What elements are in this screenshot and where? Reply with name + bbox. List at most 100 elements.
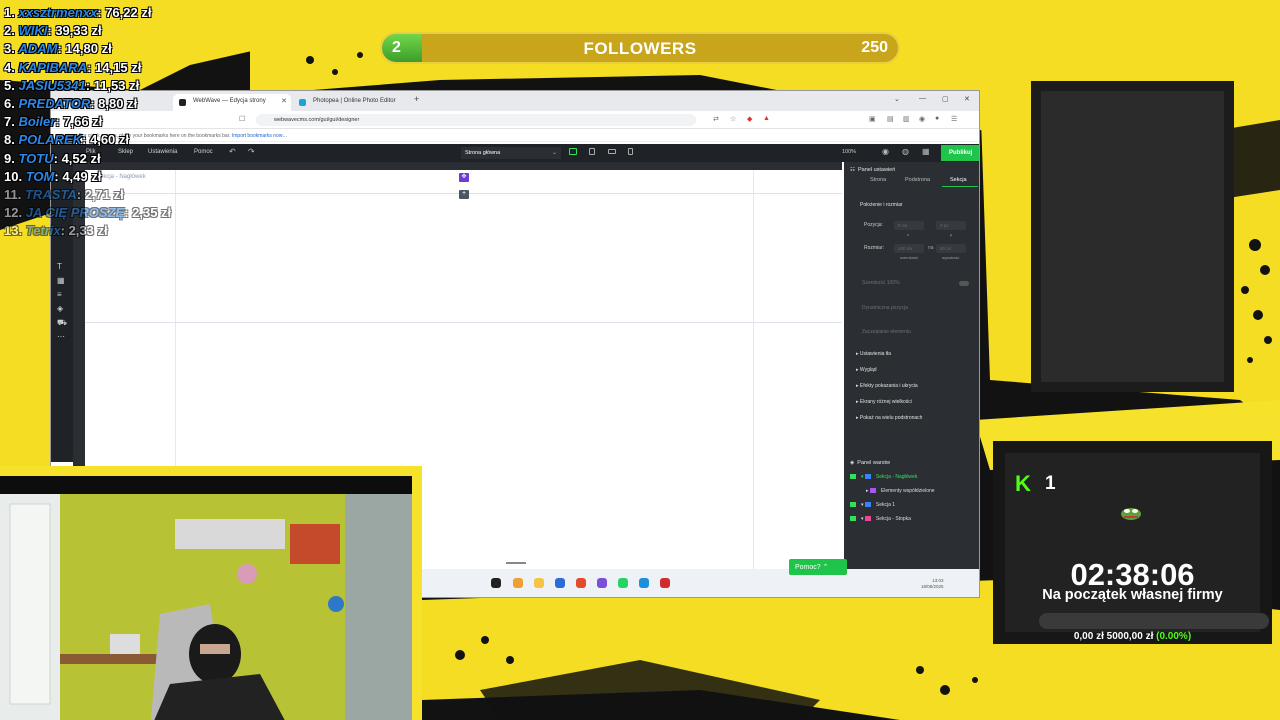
layer-item[interactable]: ▸ Elementy współdzielone xyxy=(866,488,935,494)
new-tab-icon[interactable]: + xyxy=(414,94,419,104)
page-select[interactable]: Strona główna ⌄ xyxy=(461,147,561,159)
layer-label: Sekcja - Stopka xyxy=(875,516,911,522)
url-text: webwavecms.com/gui/gui/designer xyxy=(274,117,360,123)
sidebar-icon[interactable]: ▤ xyxy=(887,115,894,123)
publish-button[interactable]: Publikuj xyxy=(941,145,979,161)
mobile-view-icon[interactable] xyxy=(628,148,633,155)
extensions-icon[interactable]: ▣ xyxy=(869,115,876,123)
dynamic-position-label[interactable]: Dynamiczna pozycja xyxy=(862,305,908,311)
zoom-level[interactable]: 100% xyxy=(842,149,856,155)
width-input[interactable]: 100 vw xyxy=(894,244,924,253)
move-handle-icon[interactable]: ✥ xyxy=(459,173,469,182)
section-effects-label: Efekty pokazania i ukrycia xyxy=(859,383,918,389)
undo-icon[interactable]: ↶ xyxy=(229,147,236,156)
overlay-panel xyxy=(1031,81,1234,392)
tab-search-icon[interactable]: ⌄ xyxy=(894,95,900,103)
tab-sekcja[interactable]: Sekcja xyxy=(950,177,967,183)
menu-help[interactable]: Pomoc xyxy=(194,149,213,155)
list-tool-icon[interactable]: ≡ xyxy=(57,290,62,299)
width-100-toggle[interactable] xyxy=(959,281,969,286)
whatsapp-icon[interactable] xyxy=(618,578,628,588)
redo-icon[interactable]: ↷ xyxy=(248,147,255,156)
url-field[interactable]: webwavecms.com/gui/gui/designer xyxy=(256,114,696,126)
donor-row: 3. ADAM: 14,80 zł xyxy=(4,41,112,57)
rewards-icon[interactable]: ▲ xyxy=(763,115,770,122)
chrome-icon[interactable] xyxy=(513,578,523,588)
app-icon[interactable] xyxy=(660,578,670,588)
tab-strona[interactable]: Strona xyxy=(870,177,886,183)
scrollbar[interactable] xyxy=(506,562,526,564)
app-icon[interactable] xyxy=(639,578,649,588)
section-screens[interactable]: ▸ Ekrany różnej wielkości xyxy=(856,399,912,405)
bookmark-icon[interactable]: ☐ xyxy=(239,115,245,123)
section-appearance[interactable]: ▸ Wygląd xyxy=(856,367,877,373)
bookmarks-bar: For quick access, place your bookmarks h… xyxy=(51,129,979,142)
tab-webwave[interactable]: WebWave — Edycja strony ✕ xyxy=(173,94,291,111)
app-icon[interactable] xyxy=(597,578,607,588)
brave-shield-icon[interactable]: ◆ xyxy=(747,115,752,123)
tablet-view-icon[interactable] xyxy=(589,148,595,155)
donor-amount: 8,80 zł xyxy=(98,96,138,111)
help-button[interactable]: Pomoc? ⌃ xyxy=(789,559,847,575)
donor-rank: 6. xyxy=(4,96,15,111)
donor-row: 9. TOTU: 4,52 zł xyxy=(4,150,101,166)
height-input[interactable]: 50 px xyxy=(936,244,966,253)
import-bookmarks-link[interactable]: Import bookmarks now… xyxy=(232,133,288,139)
star-icon[interactable]: ☆ xyxy=(730,115,736,123)
tab-podstrona[interactable]: Podstrona xyxy=(905,177,930,183)
layer-item[interactable]: ▾ Sekcja - Nagłówek xyxy=(850,474,917,480)
tablet-landscape-icon[interactable] xyxy=(608,149,616,154)
donor-row: 11. TRASTA: 2,71 zł xyxy=(4,187,124,202)
pos-y-input[interactable]: 0 px xyxy=(936,221,966,230)
close-icon[interactable]: ✕ xyxy=(281,97,287,105)
tab-photopea[interactable]: Photopea | Online Photo Editor xyxy=(293,94,411,111)
section-background[interactable]: ▸ Ustawienia tła xyxy=(856,351,891,357)
goal-level: 1 xyxy=(1045,473,1056,494)
minimize-icon[interactable]: — xyxy=(919,95,926,102)
active-tab-indicator xyxy=(942,186,978,187)
donor-row: 8. POLAREK: 4,60 zł xyxy=(4,132,130,148)
maximize-icon[interactable]: ▢ xyxy=(942,95,949,103)
add-element-icon[interactable]: + xyxy=(459,190,469,199)
webwave-favicon-icon xyxy=(179,99,186,106)
goal-title: Na początek własnej firmy xyxy=(1042,587,1223,603)
layer-item[interactable]: ▾ Sekcja - Stopka xyxy=(850,516,911,522)
translate-icon[interactable]: ⇄ xyxy=(713,115,719,123)
section-effects[interactable]: ▸ Efekty pokazania i ukrycia xyxy=(856,383,918,389)
text-tool-icon[interactable]: T xyxy=(57,262,62,271)
pos-x-input[interactable]: 0 vw xyxy=(894,221,924,230)
layer-item[interactable]: ▾ Sekcja 1 xyxy=(850,502,895,508)
downloads-icon[interactable]: ▥ xyxy=(903,115,910,123)
desktop-view-icon[interactable] xyxy=(569,148,577,155)
position-size-header[interactable]: Położenie i rozmiar xyxy=(860,202,903,208)
preview-eye-icon[interactable]: ◉ xyxy=(882,147,889,156)
wallet-icon[interactable]: ◉ xyxy=(919,115,925,123)
clock[interactable]: 13:03 18/08/2025 xyxy=(921,578,944,590)
menu-icon[interactable]: ☰ xyxy=(951,115,957,123)
donor-name: xxsztrmenxx xyxy=(18,5,98,20)
page-select-value: Strona główna xyxy=(465,150,501,156)
brave-icon[interactable] xyxy=(576,578,586,588)
task-view-icon[interactable] xyxy=(491,578,501,588)
donor-amount: 14,15 zł xyxy=(95,59,142,75)
eye-icon[interactable] xyxy=(850,516,856,522)
folder-icon[interactable] xyxy=(534,578,544,588)
address-bar: ☐ webwavecms.com/gui/gui/designer ⇄ ☆ ◆ … xyxy=(51,111,979,129)
profile-icon[interactable]: ● xyxy=(935,115,939,122)
shape-tool-icon[interactable]: ◈ xyxy=(57,304,63,313)
more-icon[interactable]: ⋯ xyxy=(57,332,65,341)
anchor-label[interactable]: Zaczepianie elementu xyxy=(862,329,911,335)
menu-settings[interactable]: Ustawienia xyxy=(148,149,177,155)
cart-tool-icon[interactable]: ⛟ xyxy=(57,318,67,328)
globe-icon[interactable]: ◍ xyxy=(902,147,909,156)
store-icon[interactable] xyxy=(555,578,565,588)
donor-row: 6. PREDATOR: 8,80 zł xyxy=(4,96,138,111)
donor-name: ADAM xyxy=(18,41,58,57)
eye-icon[interactable] xyxy=(850,502,856,508)
section-multipage[interactable]: ▸ Pokaż na wielu podstronach xyxy=(856,415,922,421)
eye-icon[interactable] xyxy=(850,474,856,480)
window-close-icon[interactable]: ✕ xyxy=(964,95,970,103)
grid-tool-icon[interactable]: ▦ xyxy=(57,276,65,285)
chevron-down-icon: ⌄ xyxy=(551,150,557,156)
save-icon[interactable]: ▦ xyxy=(922,147,930,156)
